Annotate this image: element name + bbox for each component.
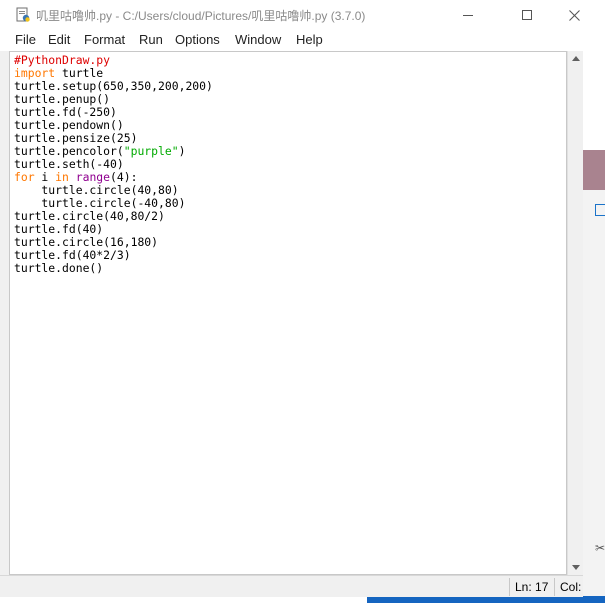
menu-options[interactable]: Options [175,32,220,47]
status-bar: Ln: 17 Col: [0,575,583,597]
idle-editor-window: 叽里咕噜帅.py - C:/Users/cloud/Pictures/叽里咕噜帅… [0,0,583,597]
menu-edit[interactable]: Edit [48,32,70,47]
menu-help[interactable]: Help [296,32,323,47]
code-editor[interactable]: #PythonDraw.py import turtle turtle.setup(… [9,51,567,575]
line-number-status: Ln: 17 [515,580,549,594]
code-token: #PythonDraw.py [14,53,111,67]
close-icon [568,9,580,21]
minimize-button[interactable] [445,0,491,30]
code-token: turtle.fd(40) [14,222,104,236]
background-window-icon [595,204,605,216]
status-divider [554,578,555,596]
close-button[interactable] [551,0,597,30]
code-text[interactable]: #PythonDraw.py import turtle turtle.setup(… [14,54,213,275]
menu-format[interactable]: Format [84,32,125,47]
code-token: turtle.seth(-40) [14,157,124,171]
code-token: import [14,66,56,80]
minimize-icon [463,14,473,16]
maximize-icon [522,10,532,20]
code-token: turtle.done() [14,261,104,275]
code-token: turtle [55,66,104,80]
background-tool-icon: ✂ [595,541,605,555]
code-token: "purple" [123,144,179,158]
code-token: turtle.penup() [14,92,111,106]
code-token: (4): [110,170,138,184]
code-token: turtle.fd(-250) [14,105,117,119]
scroll-up-arrow-icon[interactable] [572,56,580,61]
column-number-status: Col: [560,580,582,594]
code-token: i [34,170,56,184]
code-token: turtle.circle(40,80) [14,183,179,197]
scroll-down-arrow-icon[interactable] [572,565,580,570]
background-right-window [583,150,605,603]
code-token: for [14,170,35,184]
menu-bar: File Edit Format Run Options Window Help [0,30,583,51]
code-token: turtle.circle(16,180) [14,235,159,249]
python-file-icon [16,7,30,22]
code-line[interactable]: turtle.done() [14,262,213,275]
background-taskbar-edge [367,596,605,603]
status-divider [509,578,510,596]
menu-file[interactable]: File [15,32,36,47]
code-token: turtle.pencolor( [14,144,124,158]
code-token: turtle.pendown() [14,118,124,132]
code-token: turtle.circle(40,80/2) [14,209,165,223]
menu-window[interactable]: Window [235,32,281,47]
code-token: in [55,170,69,184]
code-token: turtle.fd(40*2/3) [14,248,131,262]
background-right-window-titlebar [583,150,605,190]
title-bar[interactable]: 叽里咕噜帅.py - C:/Users/cloud/Pictures/叽里咕噜帅… [0,0,583,30]
code-token: turtle.setup(650,350,200,200) [14,79,213,93]
code-token: range [75,170,111,184]
code-token: ) [178,144,186,158]
code-token: turtle.circle(-40,80) [14,196,186,210]
menu-run[interactable]: Run [139,32,163,47]
window-title: 叽里咕噜帅.py - C:/Users/cloud/Pictures/叽里咕噜帅… [36,9,366,23]
maximize-button[interactable] [504,0,550,30]
vertical-scrollbar[interactable] [567,51,583,575]
code-token: turtle.pensize(25) [14,131,138,145]
